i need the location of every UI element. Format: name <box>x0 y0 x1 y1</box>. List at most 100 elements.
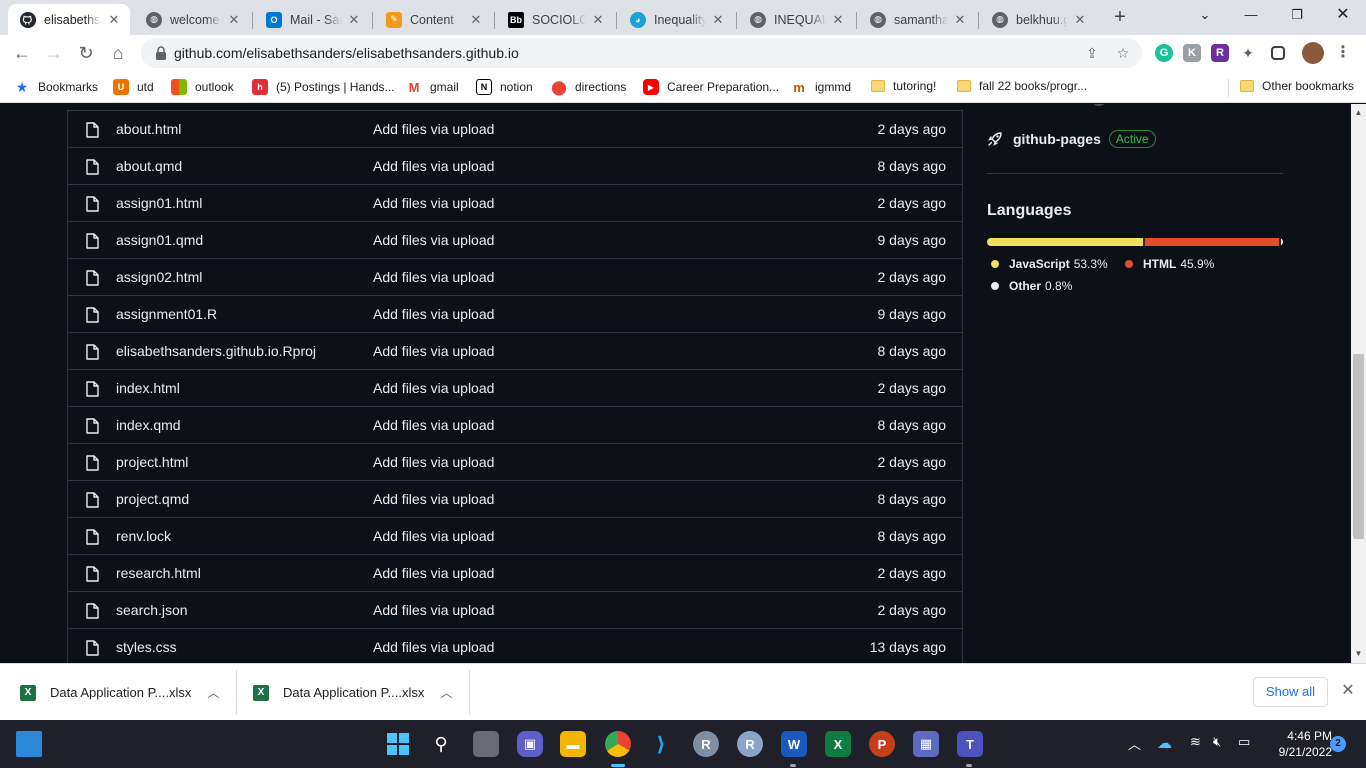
bookmark-star-icon[interactable]: ☆ <box>1113 43 1133 63</box>
excel-icon[interactable]: X <box>825 731 851 757</box>
file-explorer-icon[interactable]: ▬ <box>560 731 586 757</box>
file-row[interactable]: project.html Add files via upload 2 days a… <box>68 444 962 481</box>
file-name-link[interactable]: about.html <box>116 121 181 137</box>
file-row[interactable]: elisabethsanders.github.io.Rproj Add file… <box>68 333 962 370</box>
puzzle-extensions-icon[interactable]: ✦ <box>1239 44 1257 62</box>
commit-message-link[interactable]: Add files via upload <box>373 232 494 248</box>
commit-message-link[interactable]: Add files via upload <box>373 417 494 433</box>
profile-avatar[interactable] <box>1302 42 1324 64</box>
file-name-link[interactable]: assign01.html <box>116 195 202 211</box>
file-name-link[interactable]: search.json <box>116 602 188 618</box>
file-name-link[interactable]: project.html <box>116 454 188 470</box>
rstudio-icon[interactable]: R <box>693 731 719 757</box>
tab-sociology[interactable]: Bb SOCIOLOGY ✕ <box>496 4 614 35</box>
commit-message-link[interactable]: Add files via upload <box>373 121 494 137</box>
commit-message-link[interactable]: Add files via upload <box>373 343 494 359</box>
download-item[interactable]: X Data Application P....xlsx ︿ <box>20 664 219 721</box>
clock[interactable]: 4:46 PM 9/21/2022 <box>1262 728 1332 760</box>
other-bookmarks[interactable]: Other bookmarks <box>1240 79 1354 93</box>
address-bar[interactable]: github.com/elisabethsanders/elisabethsan… <box>141 38 1142 68</box>
file-name-link[interactable]: assign01.qmd <box>116 232 203 248</box>
file-row[interactable]: assign01.qmd Add files via upload 9 days a… <box>68 222 962 259</box>
bookmark-notion[interactable]: N notion <box>476 79 533 95</box>
home-button[interactable]: ⌂ <box>106 41 130 65</box>
grammarly-icon[interactable]: G <box>1155 44 1173 62</box>
file-row[interactable]: about.qmd Add files via upload 8 days ago <box>68 148 962 185</box>
file-name-link[interactable]: renv.lock <box>116 528 171 544</box>
language-javascript[interactable]: JavaScript 53.3% <box>991 257 1108 271</box>
r-icon[interactable]: R <box>737 731 763 757</box>
commit-message-link[interactable]: Add files via upload <box>373 158 494 174</box>
bookmark-directions[interactable]: ⬤ directions <box>551 79 626 95</box>
vscode-icon[interactable]: ⟩ <box>648 731 674 757</box>
lock-icon[interactable] <box>155 46 167 60</box>
tab-github-repo[interactable]: elisabethsanders ✕ <box>8 4 130 35</box>
file-row[interactable]: index.html Add files via upload 2 days ago <box>68 370 962 407</box>
scroll-down-icon[interactable]: ▼ <box>1354 649 1363 658</box>
maximize-button[interactable]: ❐ <box>1282 4 1312 26</box>
chevron-up-icon[interactable]: ︿ <box>1128 734 1141 753</box>
file-row[interactable]: assign02.html Add files via upload 2 days … <box>68 259 962 296</box>
onedrive-icon[interactable]: ☁ <box>1157 734 1172 752</box>
tab-inequality-caps[interactable]: ◍ INEQUALITY ✕ <box>738 4 854 35</box>
close-tab-icon[interactable]: ✕ <box>830 12 846 28</box>
battery-icon[interactable]: ▭ <box>1238 734 1250 750</box>
tab-belkhuu[interactable]: ◍ belkhuu.github ✕ <box>980 4 1096 35</box>
scrollbar-thumb[interactable] <box>1353 354 1364 539</box>
reload-button[interactable]: ↻ <box>74 41 98 65</box>
word-icon[interactable]: W <box>781 731 807 757</box>
file-row[interactable]: renv.lock Add files via upload 8 days ago <box>68 518 962 555</box>
search-icon[interactable]: ⚲ <box>428 731 454 757</box>
chevron-up-icon[interactable]: ︿ <box>440 684 452 701</box>
bookmark-igmmd[interactable]: m igmmd <box>791 79 851 95</box>
tab-content[interactable]: ✎ Content ✕ <box>374 4 492 35</box>
url-text[interactable]: github.com/elisabethsanders/elisabethsan… <box>174 45 519 61</box>
more-menu-icon[interactable]: ⋮ <box>1334 44 1352 62</box>
file-row[interactable]: assign01.html Add files via upload 2 days … <box>68 185 962 222</box>
language-html[interactable]: HTML 45.9% <box>1125 257 1214 271</box>
commit-message-link[interactable]: Add files via upload <box>373 565 494 581</box>
extension-k-icon[interactable]: K <box>1183 44 1201 62</box>
bookmark-tutoring[interactable]: tutoring! <box>871 79 936 93</box>
commit-message-link[interactable]: Add files via upload <box>373 380 494 396</box>
environment-row[interactable]: github-pages Active <box>987 130 1156 148</box>
chevron-up-icon[interactable]: ︿ <box>207 684 219 701</box>
close-tab-icon[interactable]: ✕ <box>952 12 968 28</box>
chrome-icon[interactable] <box>605 731 631 757</box>
back-button[interactable]: ← <box>10 41 34 65</box>
notification-badge[interactable]: 2 <box>1330 736 1346 752</box>
file-name-link[interactable]: about.qmd <box>116 158 182 174</box>
file-name-link[interactable]: styles.css <box>116 639 177 655</box>
tab-mail[interactable]: O Mail - Sanders ✕ <box>254 4 370 35</box>
file-name-link[interactable]: project.qmd <box>116 491 189 507</box>
bookmark-gmail[interactable]: M gmail <box>406 79 459 95</box>
file-name-link[interactable]: assign02.html <box>116 269 202 285</box>
powerpoint-icon[interactable]: P <box>869 731 895 757</box>
teams-chat-icon[interactable]: ▣ <box>517 731 543 757</box>
bookmark-utd[interactable]: U utd <box>113 79 154 95</box>
file-row[interactable]: search.json Add files via upload 2 days ag… <box>68 592 962 629</box>
commit-message-link[interactable]: Add files via upload <box>373 639 494 655</box>
calculator-icon[interactable]: ▦ <box>913 731 939 757</box>
close-tab-icon[interactable]: ✕ <box>590 12 606 28</box>
bookmark-outlook[interactable]: outlook <box>171 79 234 95</box>
commit-message-link[interactable]: Add files via upload <box>373 306 494 322</box>
tab-search-chevron-icon[interactable]: ⌄ <box>1190 4 1220 26</box>
download-item[interactable]: X Data Application P....xlsx ︿ <box>253 664 452 721</box>
bookmark-bookmarks[interactable]: ★ Bookmarks <box>14 79 98 95</box>
environment-name[interactable]: github-pages <box>1013 131 1101 147</box>
close-tab-icon[interactable]: ✕ <box>226 12 242 28</box>
file-name-link[interactable]: index.qmd <box>116 417 181 433</box>
commit-message-link[interactable]: Add files via upload <box>373 602 494 618</box>
file-row[interactable]: styles.css Add files via upload 13 days ag… <box>68 629 962 663</box>
bookmark-fall-22-books[interactable]: fall 22 books/progr... <box>957 79 1087 93</box>
show-all-button[interactable]: Show all <box>1253 677 1328 707</box>
task-view-icon[interactable] <box>16 731 42 757</box>
file-row[interactable]: about.html Add files via upload 2 days ago <box>68 111 962 148</box>
file-row[interactable]: research.html Add files via upload 2 days … <box>68 555 962 592</box>
close-tab-icon[interactable]: ✕ <box>346 12 362 28</box>
commit-message-link[interactable]: Add files via upload <box>373 491 494 507</box>
teams-icon[interactable]: T <box>957 731 983 757</box>
file-row[interactable]: project.qmd Add files via upload 8 days ag… <box>68 481 962 518</box>
commit-message-link[interactable]: Add files via upload <box>373 269 494 285</box>
